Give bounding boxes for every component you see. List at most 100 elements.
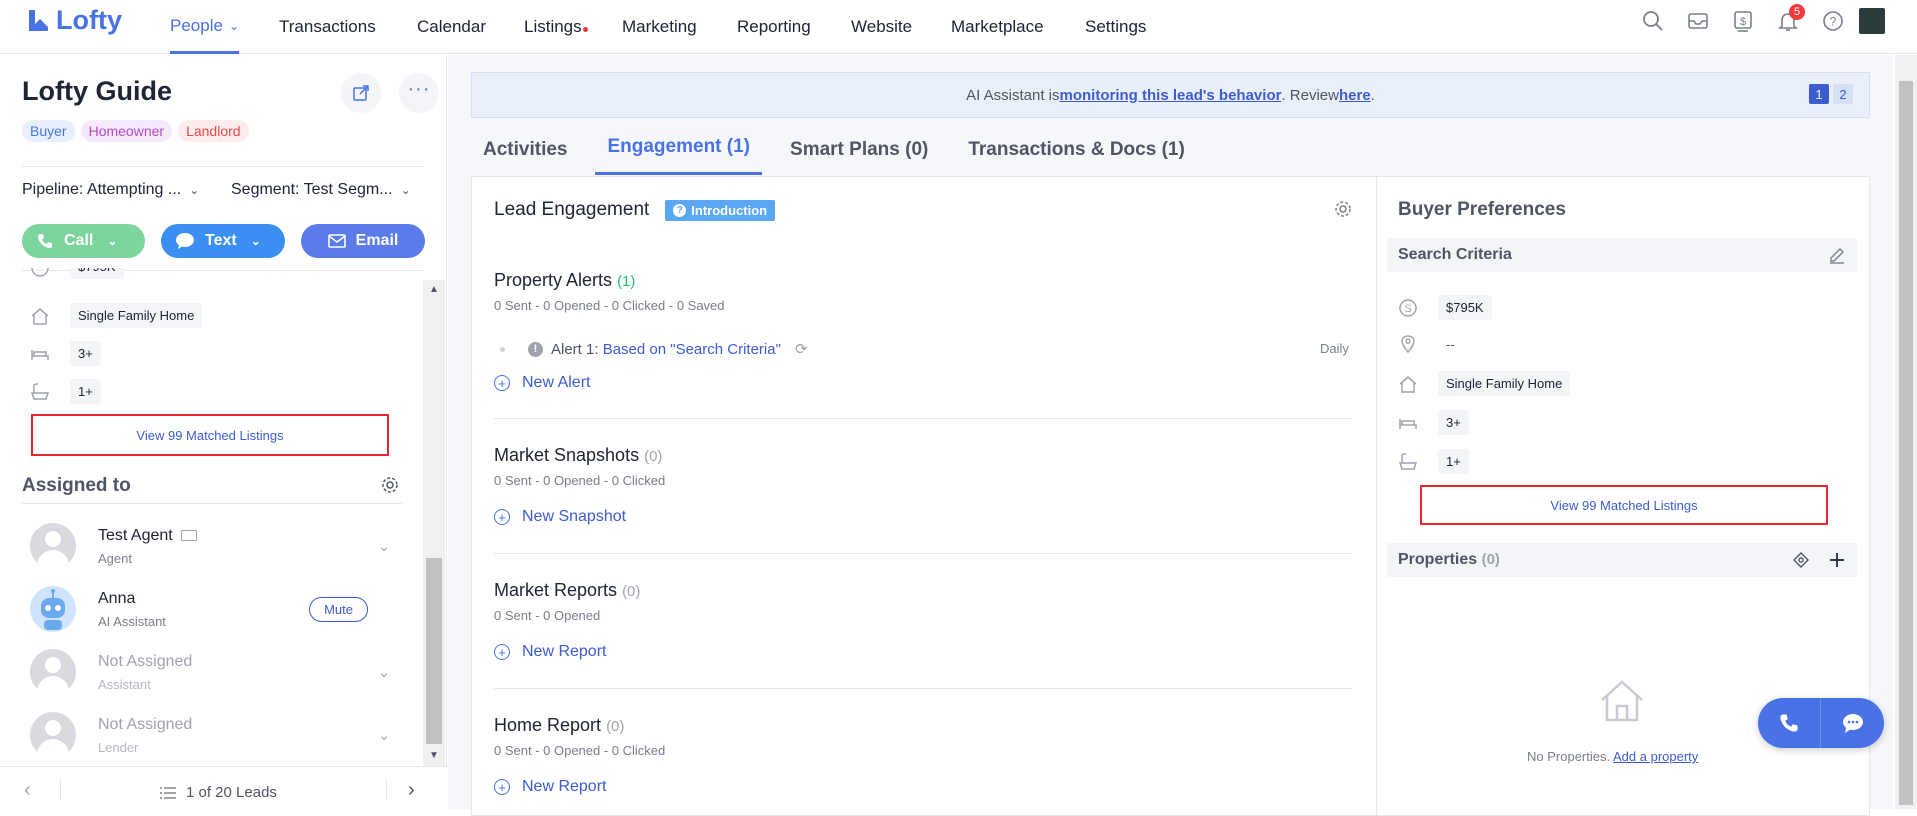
float-call-button[interactable] <box>1758 698 1821 748</box>
assignee-role: Lender <box>98 739 139 755</box>
new-report-button[interactable]: + New Report <box>494 643 606 661</box>
search-icon[interactable] <box>1640 8 1666 34</box>
inbox-icon[interactable] <box>1685 8 1711 34</box>
properties-actions <box>1792 551 1846 569</box>
chat-icon <box>176 233 194 249</box>
text-button[interactable]: Text ⌄ <box>161 224 285 258</box>
nav-transactions[interactable]: Transactions <box>279 0 376 54</box>
id-card-icon <box>180 530 197 541</box>
properties-header: Properties (0) <box>1387 543 1857 577</box>
assignee-lender[interactable]: Not Assigned Lender ⌄ <box>30 712 390 758</box>
phone-icon <box>1780 714 1798 732</box>
map-pin-diamond-icon[interactable] <box>1792 551 1810 569</box>
more-button[interactable]: ··· <box>399 73 439 113</box>
assigned-title: Assigned to <box>22 475 131 496</box>
user-avatar[interactable] <box>1859 8 1885 34</box>
share-button[interactable] <box>341 73 381 113</box>
buyer-baths-value: 1+ <box>1438 449 1469 474</box>
scroll-thumb[interactable] <box>426 558 442 744</box>
gear-icon[interactable] <box>380 475 400 500</box>
prev-lead-icon[interactable]: ‹ <box>24 779 31 802</box>
matched-listings-label: View 99 Matched Listings <box>1550 497 1698 513</box>
tab-engagement[interactable]: Engagement (1) <box>595 136 763 175</box>
lofty-logo-icon <box>29 10 48 31</box>
bed-icon <box>1399 418 1417 429</box>
view-matched-listings-button-right[interactable]: View 99 Matched Listings <box>1420 485 1828 525</box>
mute-button[interactable]: Mute <box>309 596 368 622</box>
page-scrollbar[interactable] <box>1895 55 1917 809</box>
email-label: Email <box>355 232 399 249</box>
plus-icon[interactable] <box>1828 551 1846 569</box>
assignee-agent[interactable]: Test Agent Agent ⌄ <box>30 523 390 569</box>
question-icon: ? <box>673 203 687 217</box>
next-lead-icon[interactable]: › <box>408 779 415 802</box>
bed-icon <box>31 349 49 360</box>
edit-icon[interactable] <box>1828 246 1846 264</box>
nav-reporting[interactable]: Reporting <box>737 0 811 54</box>
chevron-down-icon[interactable]: ⌄ <box>378 727 390 744</box>
email-button[interactable]: Email <box>301 224 425 258</box>
nav-calendar-label: Calendar <box>417 17 486 36</box>
lead-name: Lofty Guide <box>22 76 172 106</box>
lead-count[interactable]: 1 of 20 Leads <box>160 784 277 801</box>
avatar <box>30 712 76 758</box>
banner-page-1[interactable]: 1 <box>1809 84 1829 104</box>
nav-marketing-label: Marketing <box>622 17 697 36</box>
notification-badge: 5 <box>1789 4 1805 20</box>
properties-title: Properties <box>1398 551 1478 568</box>
introduction-badge[interactable]: ? Introduction <box>665 199 776 221</box>
assignee-assistant[interactable]: Not Assigned Assistant ⌄ <box>30 649 390 695</box>
criteria-beds: 3+ <box>30 341 101 366</box>
pipeline-select[interactable]: Pipeline: Attempting ... ⌄ <box>22 181 199 199</box>
new-home-report-button[interactable]: + New Report <box>494 778 606 796</box>
help-icon[interactable]: ? <box>1820 8 1846 34</box>
buyer-beds-value: 3+ <box>1438 410 1469 435</box>
price-icon <box>31 268 49 277</box>
nav-settings[interactable]: Settings <box>1085 0 1146 54</box>
new-snapshot-button[interactable]: + New Snapshot <box>494 508 626 526</box>
page-scroll-thumb[interactable] <box>1899 81 1913 805</box>
market-reports-stats: 0 Sent - 0 Opened <box>494 608 601 623</box>
nav-marketing[interactable]: Marketing <box>622 0 697 54</box>
refresh-icon[interactable]: ⟳ <box>795 340 808 358</box>
banner-monitoring-link[interactable]: monitoring this lead's behavior <box>1060 87 1282 104</box>
svg-text:S: S <box>1404 303 1411 315</box>
nav-calendar[interactable]: Calendar <box>417 0 486 54</box>
properties-count: (0) <box>1481 551 1500 568</box>
gear-icon[interactable] <box>1333 199 1353 224</box>
float-chat-button[interactable] <box>1821 698 1884 748</box>
nav-website[interactable]: Website <box>851 0 912 54</box>
scroll-down-icon[interactable]: ▼ <box>429 750 439 761</box>
new-alert-button[interactable]: + New Alert <box>494 374 590 392</box>
segment-select[interactable]: Segment: Test Segm... ⌄ <box>231 181 411 199</box>
plus-circle-icon: + <box>494 509 510 525</box>
tab-transactions-docs[interactable]: Transactions & Docs (1) <box>956 139 1196 175</box>
add-property-link[interactable]: Add a property <box>1613 749 1698 764</box>
billing-icon[interactable]: $ <box>1730 8 1756 34</box>
tab-activities[interactable]: Activities <box>471 139 579 175</box>
empty-house-icon <box>1597 676 1647 731</box>
lofty-logo[interactable]: Lofty <box>26 5 122 35</box>
chevron-down-icon[interactable]: ⌄ <box>378 664 390 681</box>
alert-link[interactable]: Based on "Search Criteria" <box>603 341 781 358</box>
left-scrollbar[interactable]: ▲ ▼ <box>423 280 445 767</box>
chevron-down-icon[interactable]: ⌄ <box>378 538 390 555</box>
view-matched-listings-button-left[interactable]: View 99 Matched Listings <box>31 414 389 456</box>
avatar <box>30 523 76 569</box>
no-properties-label: No Properties. <box>1527 749 1613 764</box>
tab-smart-plans[interactable]: Smart Plans (0) <box>778 139 940 175</box>
plus-circle-icon: + <box>494 375 510 391</box>
nav-listings[interactable]: Listings <box>524 0 588 54</box>
plus-circle-icon: + <box>494 644 510 660</box>
call-button[interactable]: Call ⌄ <box>22 224 145 258</box>
divider <box>494 553 1352 554</box>
home-icon <box>31 307 49 325</box>
nav-people[interactable]: People ⌄ <box>170 0 239 54</box>
banner-review-link[interactable]: here <box>1339 87 1371 104</box>
alert-frequency: Daily <box>1320 341 1349 356</box>
nav-marketplace[interactable]: Marketplace <box>951 0 1044 54</box>
lead-engagement-header: Lead Engagement ? Introduction <box>494 199 776 221</box>
scroll-up-icon[interactable]: ▲ <box>429 284 439 295</box>
bell-icon[interactable]: 5 <box>1775 4 1805 34</box>
banner-page-2[interactable]: 2 <box>1833 84 1853 104</box>
